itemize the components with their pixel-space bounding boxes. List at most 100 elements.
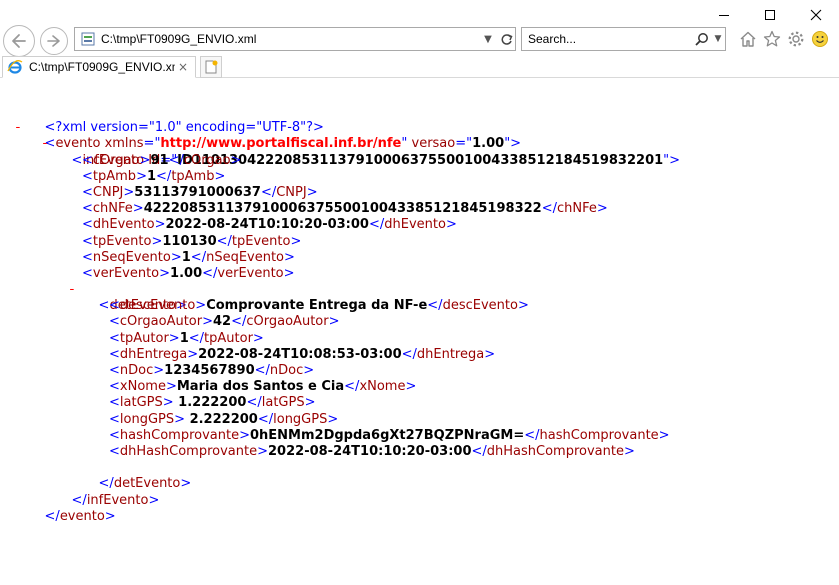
det-field-line: <nDoc>1234567890</nDoc> [109,363,315,378]
field-open-tag: verEvento [92,265,160,281]
field-close-tag: tpEvento [231,233,291,249]
field-close-tag: chNFe [556,201,597,217]
forward-button[interactable] [40,27,68,55]
field-open-tag: cOrgaoAutor [119,314,203,330]
field-close-tag: tpAmb [171,168,215,184]
star-icon[interactable] [762,28,782,50]
field-value: 0hENMm2Dgpda6gXt27BQZPNraGM= [249,427,525,443]
gear-icon[interactable] [786,28,806,50]
address-url[interactable]: C:\tmp\FT0909G_ENVIO.xml [97,32,479,46]
det-field-line: <dhEntrega>2022-08-24T10:08:53-03:00</dh… [109,346,496,362]
infevento-close-line: </infEvento> [71,492,160,508]
field-open-tag: chNFe [92,201,133,217]
field-line: <CNPJ>53113791000637</CNPJ> [82,184,318,200]
field-line: <tpEvento>110130</tpEvento> [82,233,302,249]
address-dropdown-arrow-icon[interactable]: ▼ [479,28,497,50]
magnifier-icon[interactable] [693,32,711,46]
field-value: 1234567890 [164,363,255,378]
field-value: 1 [181,249,191,265]
det-field-line: <hashComprovante>0hENMm2Dgpda6gXt27BQZPN… [109,427,670,443]
collapse-toggle-infevento[interactable]: - [41,136,53,152]
field-open-tag: cOrgao [92,152,140,168]
field-open-tag: tpAmb [92,168,137,184]
det-field-line: <latGPS> 1.222200</latGPS> [109,395,316,411]
field-close-tag: nDoc [269,363,304,378]
field-open-tag: dhEntrega [119,346,188,362]
smiley-icon[interactable] [810,28,830,50]
search-box[interactable]: ▼ [521,27,726,51]
field-line: <verEvento>1.00</verEvento> [82,265,295,281]
field-open-tag: latGPS [119,395,163,411]
field-line: <dhEvento>2022-08-24T10:10:20-03:00</dhE… [82,217,457,233]
field-open-tag: xNome [119,379,166,395]
field-close-tag: cOrgaoAutor [246,314,329,330]
xml-page-icon [79,31,97,47]
field-close-tag: descEvento [442,298,518,314]
field-value: 91 [150,152,169,168]
field-open-tag: hashComprovante [119,427,240,443]
tab-close-icon[interactable]: × [175,60,191,74]
field-close-tag: CNPJ [276,184,307,200]
field-value: 1.222200 [173,395,247,411]
collapse-toggle-detevento[interactable]: - [68,282,80,298]
refresh-icon[interactable] [497,28,515,50]
home-icon[interactable] [738,28,758,50]
field-close-tag: tpAutor [204,330,253,346]
field-open-tag: longGPS [119,411,175,427]
field-value: 2.222200 [185,411,258,427]
field-value: 4222085311379100063755001004338512184519… [143,201,542,217]
search-input[interactable] [522,31,693,47]
det-field-line: <cOrgaoAutor>42</cOrgaoAutor> [109,314,340,330]
address-bar[interactable]: C:\tmp\FT0909G_ENVIO.xml ▼ [74,27,516,51]
tab-strip: C:\tmp\FT0909G_ENVIO.xml × [0,56,839,78]
ie-logo-icon [7,59,23,75]
field-value: 2022-08-24T10:08:53-03:00 [198,346,402,362]
field-line: <chNFe>422208531137910006375500100433851… [82,201,608,217]
new-tab-button[interactable] [200,56,222,78]
field-close-tag: cOrgao [183,152,231,168]
det-field-line: <dhHashComprovante>2022-08-24T10:10:20-0… [109,443,635,459]
evento-open-line: - <evento xmlns="http://www.portalfiscal.… [14,120,522,152]
detevento-open-line: - <detEvento> [68,282,187,314]
detevento-fields: <descEvento>Comprovante Entrega da NF-e<… [0,298,839,460]
field-value: Comprovante Entrega da NF-e [206,298,428,314]
xml-declaration-line: <?xml version="1.0" encoding="UTF-8"?> [0,104,839,135]
det-field-line: <longGPS> 2.222200</longGPS> [109,411,339,427]
field-close-tag: xNome [359,379,406,395]
maximize-icon [765,10,775,20]
field-line: <tpAmb>1</tpAmb> [82,168,226,184]
det-field-line: <xNome>Maria dos Santos e Cia</xNome> [109,379,417,395]
field-close-tag: dhEntrega [416,346,485,362]
minimize-icon [719,15,729,16]
forward-arrow-icon [47,35,60,47]
field-close-tag: latGPS [261,395,305,411]
field-value: Maria dos Santos e Cia [176,379,345,395]
xml-document: <?xml version="1.0" encoding="UTF-8"?> -… [0,104,839,524]
field-open-tag: nDoc [119,363,154,378]
field-line: <nSeqEvento>1</nSeqEvento> [82,249,295,265]
evento-close-line: </evento> [44,508,116,524]
collapse-toggle-evento[interactable]: - [14,120,26,136]
field-value: 2022-08-24T10:10:20-03:00 [165,217,369,233]
field-open-tag: tpEvento [92,233,152,249]
field-open-tag: descEvento [119,298,196,314]
back-button[interactable] [3,25,35,57]
field-value: 1 [146,168,157,184]
det-field-line: <descEvento>Comprovante Entrega da NF-e<… [109,298,529,314]
field-open-tag: dhHashComprovante [119,443,258,459]
search-dropdown-arrow-icon[interactable]: ▼ [711,34,725,44]
field-value: 53113791000637 [134,184,261,200]
det-field-line: <tpAutor>1</tpAutor> [109,330,264,346]
field-value: 1 [179,330,189,346]
infevento-fields: <cOrgao>91</cOrgao> <tpAmb>1</tpAmb> <CN… [0,153,839,283]
field-open-tag: CNPJ [92,184,124,200]
field-line: <cOrgao>91</cOrgao> [82,152,242,168]
field-close-tag: dhEvento [384,217,446,233]
field-open-tag: tpAutor [119,330,169,346]
close-icon [810,9,822,21]
new-tab-icon [205,60,218,74]
detevento-close-line: </detEvento> [98,476,192,492]
field-value: 2022-08-24T10:10:20-03:00 [268,443,472,459]
tab-active[interactable]: C:\tmp\FT0909G_ENVIO.xml × [2,56,196,78]
field-close-tag: nSeqEvento [206,249,285,265]
